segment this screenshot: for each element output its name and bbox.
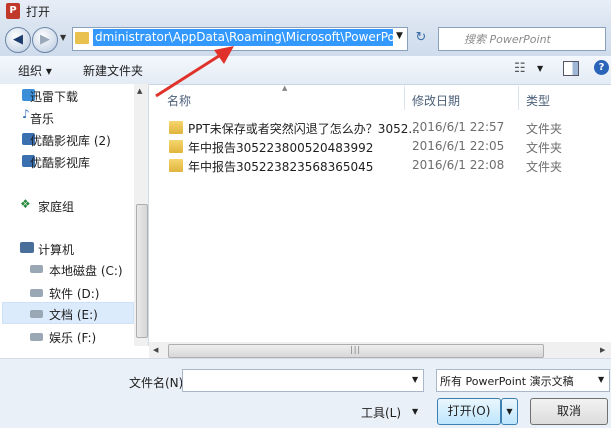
folder-icon <box>75 32 89 44</box>
file-row-type: 文件夹 <box>526 160 563 174</box>
drive-icon <box>30 333 43 341</box>
column-divider[interactable] <box>404 86 405 110</box>
open-button[interactable]: 打开(O) <box>437 398 501 425</box>
preview-pane-icon[interactable] <box>563 61 579 76</box>
tools-dropdown-icon[interactable]: ▼ <box>412 407 418 416</box>
search-placeholder: 搜索 PowerPoint <box>464 33 551 46</box>
powerpoint-app-icon: P <box>6 3 20 19</box>
drive-icon <box>30 289 43 297</box>
folder-icon <box>169 159 183 172</box>
back-button[interactable]: ◀ <box>5 27 31 53</box>
address-path[interactable]: dministrator\AppData\Roaming\Microsoft\P… <box>93 29 393 46</box>
sidebar-scroll-thumb[interactable] <box>136 204 148 338</box>
column-header-type[interactable]: 类型 <box>526 92 550 109</box>
filename-dropdown-icon[interactable]: ▼ <box>412 375 418 384</box>
file-row-name[interactable]: 年中报告305223823568365045 <box>188 158 373 175</box>
window-title: 打开 <box>26 5 51 19</box>
sidebar-item-youku-2[interactable]: 优酷影视库 (2) <box>30 132 111 149</box>
file-row-date: 2016/6/1 22:05 <box>412 139 505 153</box>
sidebar-item-drive-e[interactable]: 文档 (E:) <box>49 306 98 323</box>
sidebar-item-youku[interactable]: 优酷影视库 <box>30 154 90 171</box>
tools-button[interactable]: 工具(L) <box>361 404 401 421</box>
sidebar-item-music[interactable]: 音乐 <box>30 110 54 127</box>
column-header-date[interactable]: 修改日期 <box>412 92 460 109</box>
folder-icon <box>169 140 183 153</box>
homegroup-icon: ❖ <box>20 197 31 211</box>
annotation-arrow-icon <box>155 46 234 98</box>
history-dropdown-icon[interactable]: ▼ <box>60 33 66 42</box>
sidebar-item-xunlei[interactable]: 迅雷下载 <box>30 88 78 105</box>
computer-icon <box>20 242 34 253</box>
music-icon: ♪ <box>22 107 30 121</box>
filename-input[interactable] <box>182 369 424 392</box>
title-bar <box>0 0 611 22</box>
filetype-dropdown-icon[interactable]: ▼ <box>598 375 604 384</box>
view-options-icon[interactable]: ☷ <box>514 61 526 76</box>
folder-icon <box>169 121 183 134</box>
forward-button[interactable]: ▶ <box>32 27 58 53</box>
drive-icon <box>30 265 43 273</box>
sidebar-item-homegroup[interactable]: 家庭组 <box>38 198 74 215</box>
file-row-name[interactable]: 年中报告305223800520483992 <box>188 139 373 156</box>
filetype-value: 所有 PowerPoint 演示文稿 <box>440 375 574 388</box>
sort-indicator-icon: ▲ <box>282 84 288 92</box>
column-divider[interactable] <box>518 86 519 110</box>
arrow-shaft <box>155 52 223 98</box>
arrow-head <box>214 46 234 64</box>
file-row-type: 文件夹 <box>526 122 563 136</box>
file-row-name[interactable]: PPT未保存或者突然闪退了怎么办？3052... <box>188 120 420 137</box>
drive-icon <box>30 310 43 318</box>
view-dropdown-icon[interactable]: ▼ <box>537 64 543 73</box>
open-options-button[interactable]: ▼ <box>501 398 518 425</box>
file-row-type: 文件夹 <box>526 141 563 155</box>
file-row-date: 2016/6/1 22:57 <box>412 120 505 134</box>
help-icon[interactable]: ? <box>594 60 609 75</box>
sidebar-item-drive-f[interactable]: 娱乐 (F:) <box>49 329 96 346</box>
scroll-up-icon[interactable]: ▲ <box>137 87 142 95</box>
organize-button[interactable]: 组织 ▾ <box>18 62 52 79</box>
sidebar-item-drive-c[interactable]: 本地磁盘 (C:) <box>49 262 123 279</box>
scroll-grip-icon: ||| <box>350 345 362 354</box>
filename-label: 文件名(N): <box>129 376 188 390</box>
sidebar-item-computer[interactable]: 计算机 <box>38 241 74 258</box>
sidebar-item-drive-d[interactable]: 软件 (D:) <box>49 285 99 302</box>
file-row-date: 2016/6/1 22:08 <box>412 158 505 172</box>
new-folder-button[interactable]: 新建文件夹 <box>83 62 143 79</box>
address-dropdown-icon[interactable]: ▼ <box>396 31 403 41</box>
cancel-button[interactable]: 取消 <box>530 398 608 425</box>
scroll-right-icon[interactable]: ▶ <box>600 346 605 354</box>
scroll-left-icon[interactable]: ◀ <box>153 346 158 354</box>
refresh-button[interactable]: ↻ <box>410 28 432 48</box>
